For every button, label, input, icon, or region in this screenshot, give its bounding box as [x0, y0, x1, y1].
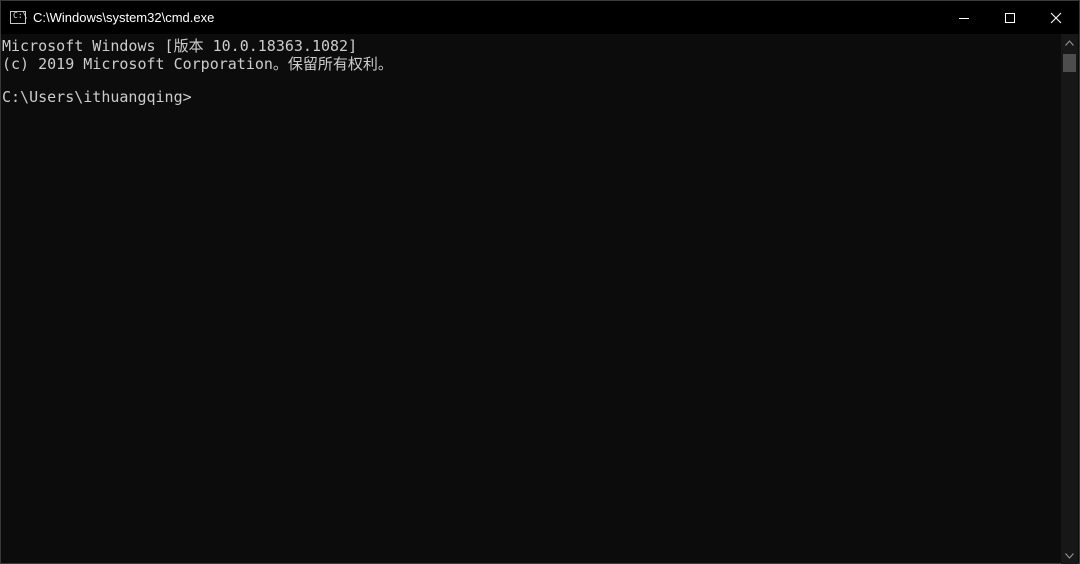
scroll-down-icon	[1065, 552, 1074, 559]
window-title: C:\Windows\system32\cmd.exe	[33, 10, 215, 25]
maximize-button[interactable]	[987, 1, 1033, 34]
scroll-up-button[interactable]	[1061, 34, 1078, 51]
minimize-button[interactable]	[941, 1, 987, 34]
console-output[interactable]: Microsoft Windows [版本 10.0.18363.1082] (…	[1, 34, 1061, 564]
vertical-scrollbar[interactable]	[1061, 34, 1078, 564]
scroll-down-button[interactable]	[1061, 547, 1078, 564]
maximize-icon	[1005, 12, 1015, 23]
scroll-up-icon	[1065, 39, 1074, 46]
close-icon	[1050, 12, 1062, 23]
console-line: (c) 2019 Microsoft Corporation。保留所有权利。	[2, 55, 393, 73]
cmd-icon-glyph: C:\	[13, 11, 28, 20]
window-controls	[941, 1, 1079, 34]
command-prompt[interactable]: C:\Users\ithuangqing>	[2, 88, 192, 106]
cmd-icon: C:\	[10, 11, 28, 24]
minimize-icon	[959, 17, 969, 19]
cmd-window: C:\ C:\Windows\system32\cmd.exe Microsof…	[0, 0, 1080, 564]
close-button[interactable]	[1033, 1, 1079, 34]
title-bar[interactable]: C:\ C:\Windows\system32\cmd.exe	[1, 1, 1079, 34]
scrollbar-thumb[interactable]	[1063, 54, 1076, 72]
